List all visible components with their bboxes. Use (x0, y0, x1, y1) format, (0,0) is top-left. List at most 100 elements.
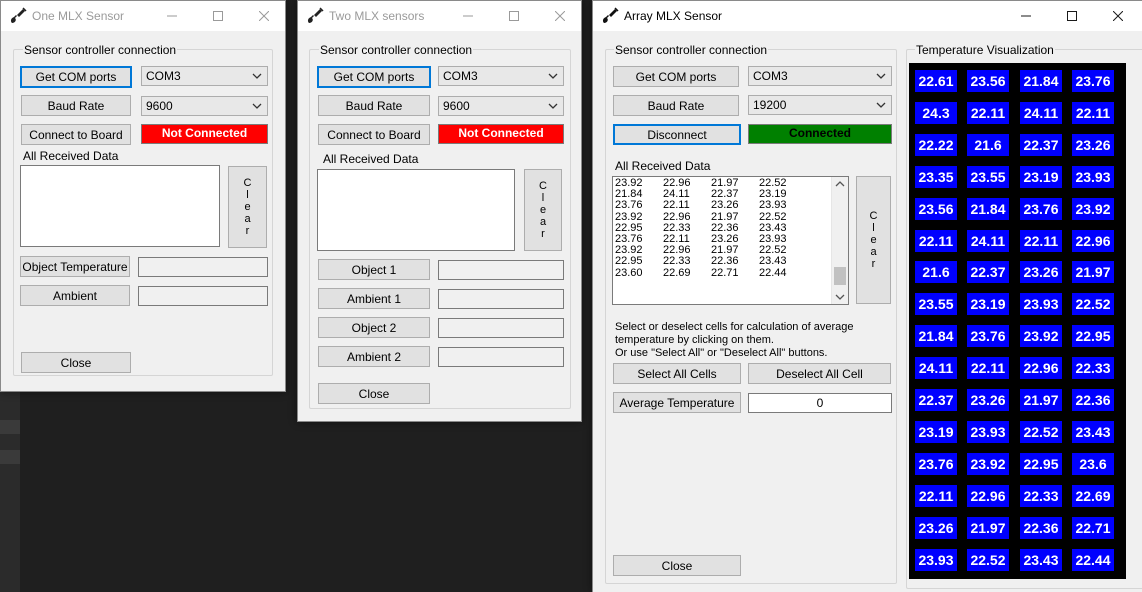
temperature-cell[interactable]: 23.35 (915, 166, 957, 188)
close-button[interactable]: Close (613, 555, 741, 576)
temperature-cell[interactable]: 23.56 (967, 70, 1009, 92)
temperature-cell[interactable]: 23.93 (967, 421, 1009, 443)
close-icon[interactable] (537, 1, 581, 31)
temperature-cell[interactable]: 22.71 (1072, 517, 1114, 539)
temperature-cell[interactable]: 23.92 (1020, 325, 1062, 347)
close-icon[interactable] (1095, 1, 1141, 31)
com-port-select[interactable]: COM3 (748, 66, 892, 86)
temperature-cell[interactable]: 22.37 (915, 389, 957, 411)
ambient-button[interactable]: Ambient (20, 285, 130, 306)
title-bar[interactable]: Array MLX Sensor (593, 1, 1142, 31)
temperature-cell[interactable]: 22.96 (1072, 230, 1114, 252)
temperature-cell[interactable]: 21.6 (967, 134, 1009, 156)
temperature-cell[interactable]: 23.19 (1020, 166, 1062, 188)
temperature-cell[interactable]: 23.76 (967, 325, 1009, 347)
temperature-cell[interactable]: 21.97 (1020, 389, 1062, 411)
baud-rate-select[interactable]: 9600 (438, 96, 564, 116)
object-2-button[interactable]: Object 2 (318, 317, 430, 338)
com-port-select[interactable]: COM3 (141, 66, 268, 86)
maximize-icon[interactable] (491, 1, 537, 31)
temperature-cell[interactable]: 21.97 (967, 517, 1009, 539)
close-icon[interactable] (241, 1, 285, 31)
temperature-cell[interactable]: 23.19 (967, 293, 1009, 315)
baud-rate-select[interactable]: 9600 (141, 96, 268, 116)
temperature-cell[interactable]: 23.93 (1072, 166, 1114, 188)
baud-rate-select[interactable]: 19200 (748, 95, 892, 115)
get-com-ports-button[interactable]: Get COM ports (613, 66, 739, 87)
clear-button[interactable]: Clear (524, 169, 562, 251)
title-bar[interactable]: Two MLX sensors (298, 1, 581, 31)
temperature-cell[interactable]: 23.43 (1020, 549, 1062, 571)
temperature-cell[interactable]: 24.11 (1020, 102, 1062, 124)
temperature-cell[interactable]: 22.44 (1072, 549, 1114, 571)
baud-rate-button[interactable]: Baud Rate (613, 95, 739, 116)
temperature-cell[interactable]: 23.76 (1072, 70, 1114, 92)
temperature-cell[interactable]: 23.26 (1020, 261, 1062, 283)
temperature-cell[interactable]: 23.76 (915, 453, 957, 475)
temperature-cell[interactable]: 23.76 (1020, 198, 1062, 220)
temperature-cell[interactable]: 23.92 (1072, 198, 1114, 220)
received-data-box[interactable] (317, 169, 515, 251)
temperature-cell[interactable]: 21.84 (967, 198, 1009, 220)
temperature-cell[interactable]: 23.26 (915, 517, 957, 539)
window-one-mlx-sensor[interactable]: One MLX Sensor Sensor controller connect… (0, 0, 286, 392)
minimize-icon[interactable] (1003, 1, 1049, 31)
get-com-ports-button[interactable]: Get COM ports (20, 66, 132, 88)
temperature-cell[interactable]: 23.6 (1072, 453, 1114, 475)
com-port-select[interactable]: COM3 (438, 66, 564, 86)
temperature-cell[interactable]: 22.11 (915, 230, 957, 252)
average-temperature-button[interactable]: Average Temperature (613, 392, 741, 413)
received-data-box[interactable] (20, 165, 220, 247)
received-data-box[interactable]: 23.92 22.96 21.97 22.52 21.84 24.11 22.37 23.19… (612, 176, 849, 305)
disconnect-button[interactable]: Disconnect (613, 124, 741, 145)
temperature-cell[interactable]: 22.11 (1072, 102, 1114, 124)
maximize-icon[interactable] (195, 1, 241, 31)
temperature-cell[interactable]: 22.22 (915, 134, 957, 156)
minimize-icon[interactable] (149, 1, 195, 31)
scroll-down-icon[interactable] (835, 292, 845, 302)
temperature-cell[interactable]: 22.37 (1020, 134, 1062, 156)
temperature-grid[interactable]: 22.61 23.56 21.84 23.76 24.3 22.11 24.11 22.11 2… (909, 63, 1126, 579)
temperature-cell[interactable]: 23.19 (915, 421, 957, 443)
close-button[interactable]: Close (21, 352, 131, 373)
scrollbar[interactable] (831, 177, 848, 304)
connect-button[interactable]: Connect to Board (21, 124, 131, 145)
temperature-cell[interactable]: 24.11 (915, 357, 957, 379)
temperature-cell[interactable]: 24.11 (967, 230, 1009, 252)
temperature-cell[interactable]: 23.93 (1020, 293, 1062, 315)
temperature-cell[interactable]: 22.11 (967, 102, 1009, 124)
window-array-mlx-sensor[interactable]: Array MLX Sensor Sensor controller conne… (592, 0, 1142, 592)
temperature-cell[interactable]: 23.92 (967, 453, 1009, 475)
clear-button[interactable]: Clear (856, 176, 891, 304)
temperature-cell[interactable]: 22.95 (1072, 325, 1114, 347)
window-two-mlx-sensors[interactable]: Two MLX sensors Sensor controller connec… (297, 0, 582, 422)
temperature-cell[interactable]: 22.95 (1020, 453, 1062, 475)
ambient-2-button[interactable]: Ambient 2 (318, 346, 430, 367)
temperature-cell[interactable]: 23.56 (915, 198, 957, 220)
temperature-cell[interactable]: 22.11 (915, 485, 957, 507)
temperature-cell[interactable]: 22.52 (967, 549, 1009, 571)
temperature-cell[interactable]: 23.55 (915, 293, 957, 315)
temperature-cell[interactable]: 23.26 (967, 389, 1009, 411)
select-all-cells-button[interactable]: Select All Cells (613, 363, 741, 384)
temperature-cell[interactable]: 22.11 (1020, 230, 1062, 252)
temperature-cell[interactable]: 22.33 (1020, 485, 1062, 507)
temperature-cell[interactable]: 21.97 (1072, 261, 1114, 283)
temperature-cell[interactable]: 22.36 (1020, 517, 1062, 539)
baud-rate-button[interactable]: Baud Rate (21, 95, 131, 116)
temperature-cell[interactable]: 22.69 (1072, 485, 1114, 507)
temperature-cell[interactable]: 21.84 (1020, 70, 1062, 92)
temperature-cell[interactable]: 22.61 (915, 70, 957, 92)
title-bar[interactable]: One MLX Sensor (1, 1, 285, 31)
connect-button[interactable]: Connect to Board (318, 124, 430, 145)
ambient-1-button[interactable]: Ambient 1 (318, 288, 430, 309)
close-button[interactable]: Close (318, 383, 430, 404)
temperature-cell[interactable]: 22.37 (967, 261, 1009, 283)
deselect-all-cells-button[interactable]: Deselect All Cell (748, 363, 891, 384)
scroll-up-icon[interactable] (835, 179, 845, 189)
scroll-thumb[interactable] (834, 267, 846, 285)
maximize-icon[interactable] (1049, 1, 1095, 31)
temperature-cell[interactable]: 23.55 (967, 166, 1009, 188)
temperature-cell[interactable]: 23.93 (915, 549, 957, 571)
temperature-cell[interactable]: 22.36 (1072, 389, 1114, 411)
